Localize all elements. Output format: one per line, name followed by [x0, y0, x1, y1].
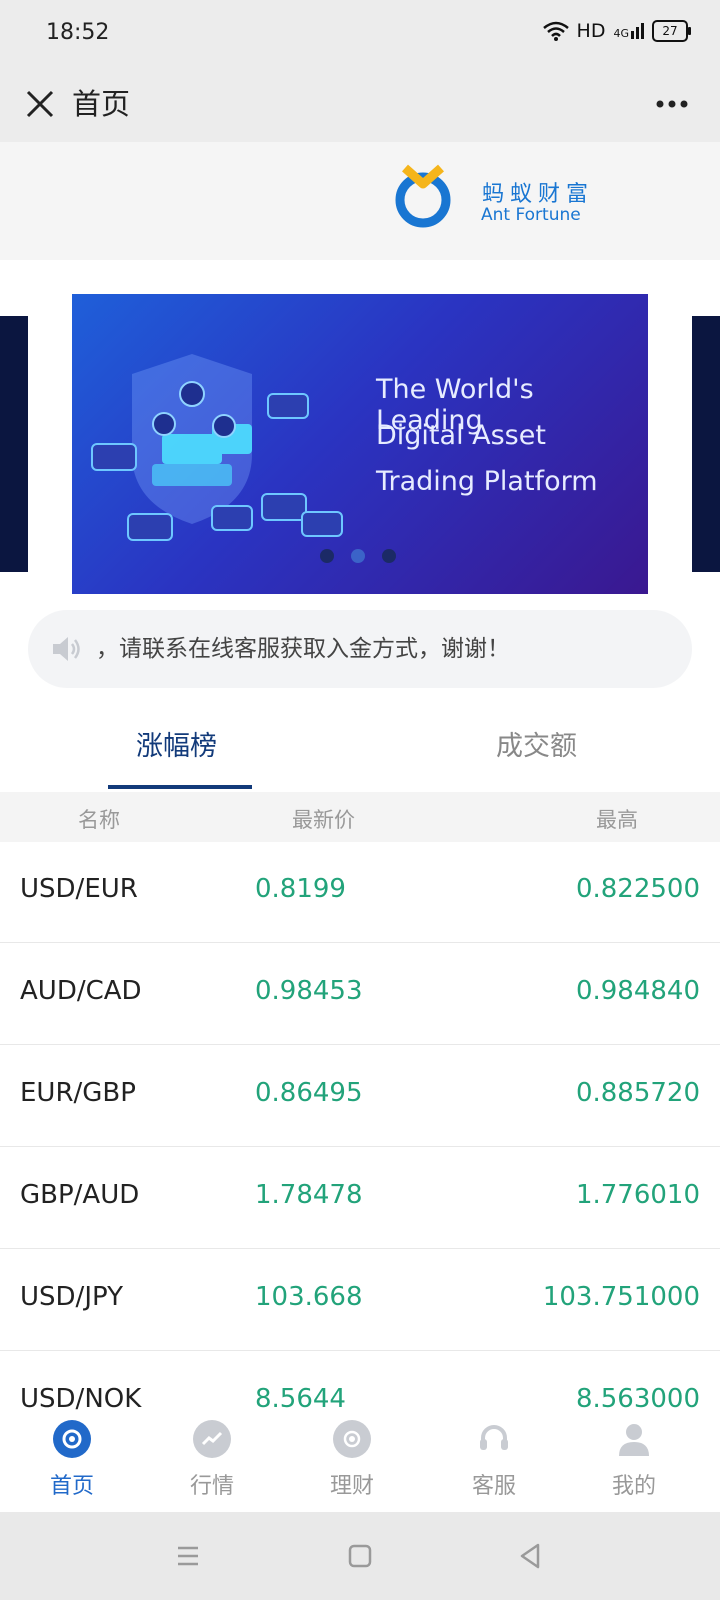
more-options-icon[interactable] — [652, 84, 692, 124]
latest-price: 0.86495 — [255, 1078, 363, 1108]
table-row[interactable]: AUD/CAD 0.98453 0.984840 — [0, 944, 720, 1045]
table-row[interactable]: EUR/GBP 0.86495 0.885720 — [0, 1046, 720, 1147]
market-trend-icon — [193, 1420, 231, 1458]
page-title: 首页 — [72, 87, 131, 121]
pair-name: USD/JPY — [20, 1282, 123, 1312]
ant-fortune-logo-icon — [395, 164, 451, 228]
headset-icon — [475, 1420, 513, 1458]
status-bar: 18:52 HD 4G 27 — [0, 0, 720, 68]
nav-label-profile: 我的 — [611, 1474, 656, 1499]
table-row[interactable]: GBP/AUD 1.78478 1.776010 — [0, 1148, 720, 1249]
title-bar: 首页 — [0, 68, 720, 142]
signal-label: 4G — [613, 27, 629, 40]
menu-icon[interactable] — [168, 1536, 208, 1576]
home-square-icon[interactable] — [340, 1536, 380, 1576]
carousel-dot[interactable] — [320, 549, 334, 563]
column-header-price: 最新价 — [292, 808, 355, 832]
logo-header: 蚂蚁财富 Ant Fortune — [0, 142, 720, 260]
banner-headline-3: Trading Platform — [376, 466, 598, 497]
high-price: 0.984840 — [575, 976, 700, 1006]
home-icon — [53, 1420, 91, 1458]
wifi-icon — [542, 21, 569, 41]
table-header: 名称 最新价 最高 — [0, 792, 720, 842]
nav-label-service: 客服 — [471, 1474, 516, 1499]
latest-price: 0.98453 — [255, 976, 363, 1006]
banner-headline-2: Digital Asset — [376, 420, 546, 451]
pair-name: USD/NOK — [20, 1384, 142, 1414]
latest-price: 103.668 — [255, 1282, 363, 1312]
signal-icon: 4G — [613, 23, 644, 39]
battery-icon: 27 — [652, 20, 691, 42]
carousel-next-slide[interactable] — [692, 316, 720, 572]
logo-text-en: Ant Fortune — [481, 205, 581, 225]
pair-name: USD/EUR — [20, 874, 138, 904]
table-row[interactable]: USD/EUR 0.8199 0.822500 — [0, 842, 720, 943]
carousel-dot[interactable] — [382, 549, 396, 563]
notice-text: ，请联系在线客服获取入金方式，谢谢！ — [96, 636, 510, 662]
banner-carousel[interactable]: The World's Leading Digital Asset Tradin… — [72, 294, 648, 594]
nav-label-finance: 理财 — [329, 1474, 374, 1499]
nav-finance[interactable]: 理财 — [302, 1420, 402, 1500]
ranking-tabs: 涨幅榜 成交额 — [0, 712, 720, 792]
nav-market[interactable]: 行情 — [162, 1420, 262, 1500]
high-price: 0.885720 — [575, 1078, 700, 1108]
high-price: 103.751000 — [542, 1282, 700, 1312]
finance-icon — [333, 1420, 371, 1458]
user-icon — [615, 1420, 653, 1458]
carousel-dot-active[interactable] — [351, 549, 365, 563]
logo-text-cn: 蚂蚁财富 — [482, 182, 595, 207]
high-price: 0.822500 — [575, 874, 700, 904]
pair-name: AUD/CAD — [20, 976, 142, 1006]
nav-profile[interactable]: 我的 — [584, 1420, 684, 1500]
carousel-prev-slide[interactable] — [0, 316, 28, 572]
nav-label-market: 行情 — [189, 1474, 234, 1499]
column-header-name: 名称 — [78, 808, 120, 832]
network-type: HD — [576, 20, 606, 42]
nav-label-home: 首页 — [49, 1474, 94, 1499]
pair-name: GBP/AUD — [20, 1180, 140, 1210]
latest-price: 8.5644 — [255, 1384, 346, 1414]
column-header-high: 最高 — [596, 808, 638, 832]
nav-service[interactable]: 客服 — [444, 1420, 544, 1500]
table-row[interactable]: USD/JPY 103.668 103.751000 — [0, 1250, 720, 1351]
tab-top-gainers[interactable]: 涨幅榜 — [136, 724, 217, 763]
high-price: 1.776010 — [575, 1180, 700, 1210]
status-icons: HD 4G 27 — [542, 20, 691, 42]
speaker-icon — [53, 637, 80, 661]
notice-bar[interactable]: ，请联系在线客服获取入金方式，谢谢！ — [28, 610, 692, 688]
close-icon[interactable] — [20, 84, 60, 124]
latest-price: 0.8199 — [255, 874, 346, 904]
back-icon[interactable] — [510, 1536, 550, 1576]
high-price: 8.563000 — [575, 1384, 700, 1414]
latest-price: 1.78478 — [255, 1180, 363, 1210]
tab-active-indicator — [108, 785, 252, 789]
bottom-navigation: 首页 行情 理财 客服 我的 — [0, 1412, 720, 1512]
tab-volume[interactable]: 成交额 — [496, 724, 577, 763]
status-time: 18:52 — [46, 20, 110, 45]
banner-illustration — [91, 354, 343, 541]
system-navigation-bar — [0, 1512, 720, 1600]
pair-name: EUR/GBP — [20, 1078, 136, 1108]
nav-home[interactable]: 首页 — [22, 1420, 122, 1500]
